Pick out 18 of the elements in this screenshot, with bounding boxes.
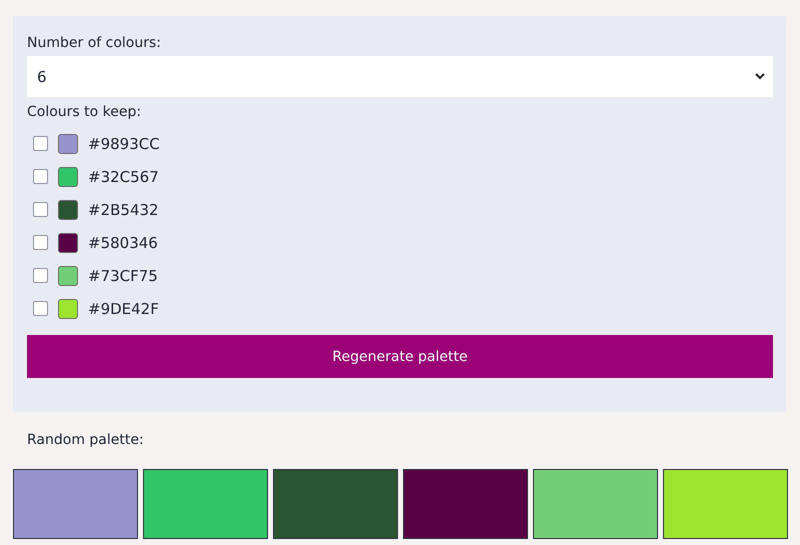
checkbox[interactable] (33, 136, 48, 151)
hex-code: #73CF75 (88, 266, 158, 284)
hex-code: #9DE42F (88, 300, 159, 318)
checkbox[interactable] (33, 169, 48, 184)
chevron-down-icon (755, 73, 765, 80)
checkbox[interactable] (33, 268, 48, 283)
colour-count-select[interactable]: 6 (27, 56, 773, 97)
hex-code: #9893CC (88, 134, 160, 152)
field-label: Number of colours: (27, 34, 162, 52)
regenerate-button[interactable]: Regenerate palette (27, 335, 773, 378)
palette-label: Random palette: (27, 432, 145, 448)
checkbox[interactable] (33, 235, 48, 250)
checkbox[interactable] (33, 301, 48, 316)
checkbox[interactable] (33, 202, 48, 217)
section-label: Colours to keep: (27, 103, 142, 121)
hex-code: #2B5432 (88, 200, 159, 218)
hex-code: #580346 (88, 234, 158, 252)
hex-code: #32C567 (88, 168, 159, 186)
